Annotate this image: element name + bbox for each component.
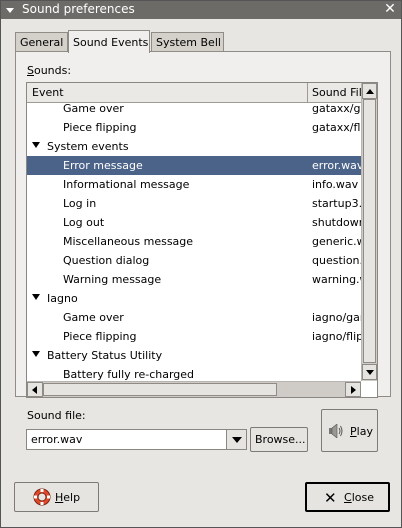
- arrow-down-icon: [366, 370, 374, 375]
- list-item[interactable]: Game overiagno/game: [27, 308, 361, 327]
- list-item[interactable]: Log outshutdown1.wav: [27, 213, 361, 232]
- expander-icon[interactable]: [32, 142, 40, 148]
- list-item[interactable]: Log instartup3.wav: [27, 194, 361, 213]
- window-menu-icon[interactable]: [4, 4, 16, 16]
- close-x-icon: ✕: [324, 489, 337, 507]
- list-item-group[interactable]: Iagno: [27, 289, 361, 308]
- sounds-list[interactable]: Event Sound File Game overgataxx/game Pi…: [26, 82, 378, 398]
- scroll-up-button[interactable]: [362, 83, 377, 99]
- help-button[interactable]: Help: [14, 482, 99, 512]
- window-title: Sound preferences: [22, 2, 135, 16]
- tab-system-bell[interactable]: System Bell: [151, 32, 224, 52]
- help-label: Help: [55, 491, 81, 504]
- vertical-scrollbar[interactable]: [361, 83, 377, 381]
- list-item-selected[interactable]: Error message error.wav: [27, 156, 361, 175]
- arrow-up-icon: [366, 89, 374, 94]
- scroll-thumb[interactable]: [363, 99, 376, 363]
- browse-button[interactable]: Browse...: [250, 427, 308, 452]
- list-item[interactable]: Piece flipping iagno/flip: [27, 327, 361, 346]
- tab-general[interactable]: General: [15, 32, 68, 52]
- list-item[interactable]: Game overgataxx/game: [27, 103, 361, 118]
- help-icon: [33, 488, 51, 506]
- scroll-thumb[interactable]: [43, 383, 277, 396]
- expander-icon[interactable]: [32, 294, 40, 300]
- browse-label: Browse...: [255, 433, 306, 446]
- close-icon[interactable]: ✕: [383, 2, 397, 16]
- close-button[interactable]: ✕ Close: [305, 482, 390, 512]
- scroll-down-button[interactable]: [362, 364, 377, 380]
- sound-file-combo[interactable]: error.wav: [26, 429, 247, 450]
- sound-preferences-window: Sound preferences ✕ General Sound Events…: [0, 0, 402, 528]
- column-header-event[interactable]: Event: [27, 83, 308, 102]
- title-bar: Sound preferences ✕: [1, 1, 401, 19]
- sounds-label: Sounds:: [27, 64, 72, 77]
- sound-file-label: Sound file:: [27, 409, 86, 422]
- chevron-down-icon: [232, 437, 242, 443]
- tab-sound-events[interactable]: Sound Events: [68, 30, 150, 53]
- column-header-sound-file[interactable]: Sound File: [309, 83, 361, 102]
- list-item[interactable]: Informational message info.wav: [27, 175, 361, 194]
- horizontal-scrollbar[interactable]: [27, 381, 361, 397]
- close-label: Close: [344, 491, 374, 504]
- sound-file-value[interactable]: error.wav: [31, 433, 82, 446]
- expander-icon[interactable]: [32, 351, 40, 357]
- list-item[interactable]: Warning messagewarning.wav: [27, 270, 361, 289]
- tab-label: Sound Events: [73, 36, 149, 49]
- list-item[interactable]: Miscellaneous messagegeneric.wav: [27, 232, 361, 251]
- list-rows: Game overgataxx/game Piece flippinggatax…: [27, 103, 361, 381]
- speaker-icon: [329, 424, 343, 438]
- list-item[interactable]: Battery fully re-charged: [27, 365, 361, 381]
- tab-label: General: [20, 36, 64, 49]
- play-label: Play: [350, 425, 373, 438]
- arrow-left-icon: [32, 386, 37, 394]
- dropdown-button[interactable]: [226, 430, 246, 449]
- list-header: Event Sound File: [27, 83, 361, 103]
- list-item-group[interactable]: Battery Status Utility: [27, 346, 361, 365]
- list-item[interactable]: Piece flippinggataxx/flip: [27, 118, 361, 137]
- list-item[interactable]: Question dialogquestion.wav: [27, 251, 361, 270]
- tab-label: System Bell: [156, 36, 221, 49]
- list-item-group[interactable]: System events: [27, 137, 361, 156]
- play-button[interactable]: Play: [321, 409, 378, 452]
- arrow-right-icon: [351, 386, 356, 394]
- scroll-left-button[interactable]: [27, 382, 43, 397]
- scroll-right-button[interactable]: [345, 382, 361, 397]
